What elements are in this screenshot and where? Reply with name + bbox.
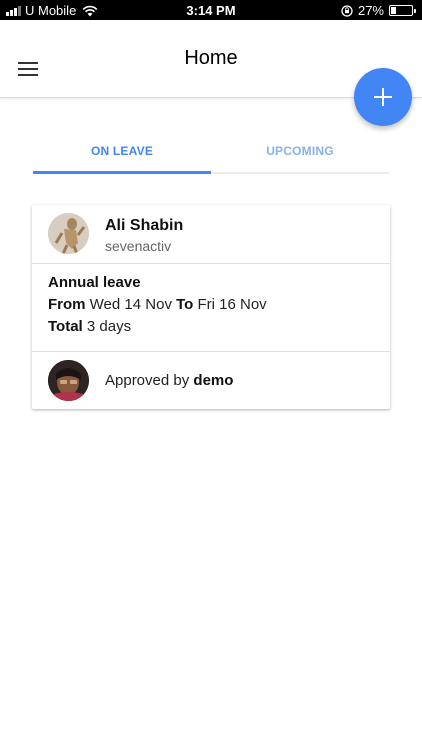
battery-percent: 27% — [357, 3, 384, 18]
total-value: 3 days — [86, 318, 132, 335]
status-right: 27% — [341, 3, 416, 18]
total-label: Total — [48, 318, 83, 335]
approver-name: demo — [193, 372, 234, 389]
tab-bar: ON LEAVE UPCOMING — [33, 132, 389, 174]
leave-type: Annual leave — [48, 274, 141, 291]
approver-avatar — [48, 360, 89, 401]
approver-avatar-image — [48, 360, 89, 401]
user-name: Ali Shabin — [105, 217, 184, 234]
approved-by-text: Approved by demo — [105, 372, 233, 389]
tab-on-leave[interactable]: ON LEAVE — [33, 132, 211, 174]
to-date: Fri 16 Nov — [197, 296, 267, 313]
leave-card[interactable]: Ali Shabin sevenactiv Annual leave From … — [32, 205, 390, 409]
from-date: Wed 14 Nov — [89, 296, 172, 313]
user-company: sevenactiv — [105, 238, 172, 254]
tab-upcoming[interactable]: UPCOMING — [211, 132, 389, 172]
user-avatar — [48, 213, 89, 254]
from-label: From — [48, 296, 86, 313]
battery-icon — [389, 5, 416, 16]
battery-fill — [391, 7, 396, 14]
approval-row: Approved by demo — [32, 352, 390, 408]
leave-details: Annual leave From Wed 14 Nov To Fri 16 N… — [32, 264, 390, 352]
page-title: Home — [184, 47, 238, 69]
rotation-lock-icon — [341, 4, 353, 17]
leave-date-range: From Wed 14 Nov To Fri 16 Nov — [48, 294, 374, 316]
card-header: Ali Shabin sevenactiv — [32, 205, 390, 264]
to-label: To — [176, 296, 194, 313]
status-bar: U Mobile 3:14 PM 27% — [0, 0, 422, 20]
user-avatar-image — [48, 213, 89, 254]
leave-total: Total 3 days — [48, 316, 374, 338]
approved-by-label: Approved by — [105, 372, 190, 389]
add-leave-button[interactable] — [354, 68, 412, 126]
